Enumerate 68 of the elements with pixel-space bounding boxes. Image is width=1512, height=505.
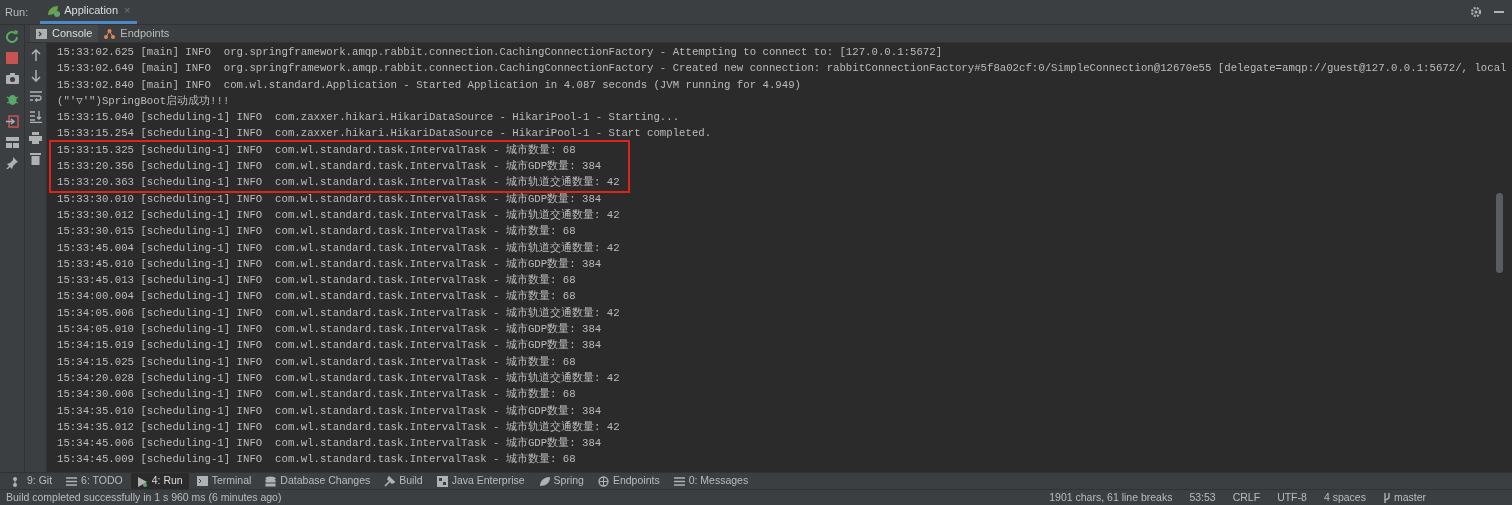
database-icon xyxy=(265,475,277,487)
log-line: 15:34:20.028 [scheduling-1] INFO com.wl.standard.task.IntervalTask - 城市轨道交通数量: 42 xyxy=(57,370,621,386)
rerun-icon[interactable] xyxy=(5,29,19,43)
status-item[interactable]: 53:53 xyxy=(1189,489,1216,505)
trash-icon[interactable] xyxy=(30,153,41,165)
log-line: 15:33:30.015 [scheduling-1] INFO com.wl.standard.task.IntervalTask - 城市数量: 68 xyxy=(57,224,577,240)
tool-window-button[interactable]: Endpoints xyxy=(591,473,666,489)
down-arrow-icon[interactable] xyxy=(30,70,41,82)
tool-window-button[interactable]: 4: Run xyxy=(130,473,189,489)
console-tab[interactable]: Endpoints xyxy=(98,25,176,42)
tool-window-button[interactable]: Terminal xyxy=(190,473,258,489)
log-line: 15:33:30.010 [scheduling-1] INFO com.wl.standard.task.IntervalTask - 城市GDP数量: 384 xyxy=(57,191,603,207)
log-line: 15:34:35.010 [scheduling-1] INFO com.wl.standard.task.IntervalTask - 城市GDP数量: 384 xyxy=(57,403,603,419)
status-item[interactable]: 1901 chars, 61 line breaks xyxy=(1049,489,1173,505)
run-icon xyxy=(136,475,148,487)
status-item[interactable]: 4 spaces xyxy=(1323,489,1366,505)
log-line: 15:33:20.363 [scheduling-1] INFO com.wl.standard.task.IntervalTask - 城市轨道交通数量: 42 xyxy=(57,175,620,191)
print-icon[interactable] xyxy=(29,132,42,144)
log-line: 15:34:30.006 [scheduling-1] INFO com.wl.standard.task.IntervalTask - 城市数量: 68 xyxy=(57,387,577,403)
console-tab[interactable]: Console xyxy=(30,25,99,42)
log-line: 15:34:00.004 [scheduling-1] INFO com.wl.standard.task.IntervalTask - 城市数量: 68 xyxy=(57,289,577,305)
log-line: 15:33:15.040 [scheduling-1] INFO com.zaxxer.hikari.HikariDataSource - HikariPool-1 - Starting... xyxy=(57,110,681,126)
log-line: 15:34:45.009 [scheduling-1] INFO com.wl.standard.task.IntervalTask - 城市数量: 68 xyxy=(57,452,577,468)
exit-icon[interactable] xyxy=(5,115,19,128)
terminal-icon xyxy=(196,475,208,487)
bug-icon[interactable] xyxy=(5,93,19,106)
log-line: (″'▽'″)SpringBoot启动成功!!! xyxy=(57,93,231,109)
list-icon xyxy=(673,475,685,487)
git-branch-button[interactable]: master xyxy=(1382,489,1426,505)
log-line: 15:34:05.006 [scheduling-1] INFO com.wl.standard.task.IntervalTask - 城市轨道交通数量: 42 xyxy=(57,305,621,321)
status-message: Build completed successfully in 1 s 960 ms (6 minutes ago) xyxy=(6,489,282,505)
log-line: 15:33:02.625 [main] INFO org.springframework.amqp.rabbit.connection.CachingConnectionFactory - Attempting to connect to: [127.0.0.1:5672] xyxy=(57,45,944,60)
tool-window-button[interactable]: Database Changes xyxy=(259,473,377,489)
log-line: 15:33:45.010 [scheduling-1] INFO com.wl.standard.task.IntervalTask - 城市GDP数量: 384 xyxy=(57,256,603,272)
tool-window-button[interactable]: Java Enterprise xyxy=(430,473,531,489)
camera-icon[interactable] xyxy=(5,73,19,84)
log-line: 15:34:15.019 [scheduling-1] INFO com.wl.standard.task.IntervalTask - 城市GDP数量: 384 xyxy=(57,338,603,354)
tool-window-button[interactable]: 6: TODO xyxy=(60,473,129,489)
tool-window-button[interactable]: Build xyxy=(378,473,429,489)
tool-window-button[interactable]: 0: Messages xyxy=(667,473,755,489)
status-item[interactable]: UTF-8 xyxy=(1277,489,1307,505)
branch-icon xyxy=(1382,492,1391,503)
log-line: 15:33:02.840 [main] INFO com.wl.standard.Application - Started Application in 4.087 seconds (JVM running for 4.949) xyxy=(57,77,802,93)
status-item[interactable]: CRLF xyxy=(1232,489,1261,505)
log-line: 15:33:30.012 [scheduling-1] INFO com.wl.standard.task.IntervalTask - 城市轨道交通数量: 42 xyxy=(57,207,621,223)
up-arrow-icon[interactable] xyxy=(30,49,41,61)
pin-icon[interactable] xyxy=(6,157,18,169)
settings-icon[interactable] xyxy=(1470,6,1482,18)
wrap-icon[interactable] xyxy=(29,91,42,102)
tool-window-button[interactable]: Spring xyxy=(532,473,590,489)
log-line: 15:33:15.325 [scheduling-1] INFO com.wl.standard.task.IntervalTask - 城市数量: 68 xyxy=(57,142,577,158)
scrollbar-thumb[interactable] xyxy=(1496,193,1503,273)
log-line: 15:33:20.356 [scheduling-1] INFO com.wl.standard.task.IntervalTask - 城市GDP数量: 384 xyxy=(57,159,603,175)
log-line: 15:34:15.025 [scheduling-1] INFO com.wl.standard.task.IntervalTask - 城市数量: 68 xyxy=(57,354,577,370)
log-line: 15:34:45.006 [scheduling-1] INFO com.wl.standard.task.IntervalTask - 城市GDP数量: 384 xyxy=(57,436,603,452)
console-icon xyxy=(36,28,47,39)
scroll-to-end-icon[interactable] xyxy=(29,111,42,123)
log-line: 15:33:45.013 [scheduling-1] INFO com.wl.standard.task.IntervalTask - 城市数量: 68 xyxy=(57,273,577,289)
layout-icon[interactable] xyxy=(5,137,19,148)
log-line: 15:34:35.012 [scheduling-1] INFO com.wl.standard.task.IntervalTask - 城市轨道交通数量: 42 xyxy=(57,419,621,435)
log-line: 15:33:45.004 [scheduling-1] INFO com.wl.standard.task.IntervalTask - 城市轨道交通数量: 42 xyxy=(57,240,621,256)
log-line: 15:33:02.649 [main] INFO org.springframework.amqp.rabbit.connection.CachingConnectionFactory - Created new connection: rabbitConnectionFactory#5f8a02cf:0/SimpleConnection@12670e55 [delegate=amqp://guest@127.0.0.1:5672/, local xyxy=(57,61,1508,77)
tool-window-button[interactable]: 9: Git xyxy=(6,473,59,489)
list-icon xyxy=(66,475,78,487)
log-line: 15:34:05.010 [scheduling-1] INFO com.wl.standard.task.IntervalTask - 城市GDP数量: 384 xyxy=(57,322,603,338)
log-line: 15:33:15.254 [scheduling-1] INFO com.zaxxer.hikari.HikariDataSource - HikariPool-1 - Start completed. xyxy=(57,126,713,142)
build-icon xyxy=(384,475,396,487)
run-label: Run: xyxy=(5,4,29,20)
